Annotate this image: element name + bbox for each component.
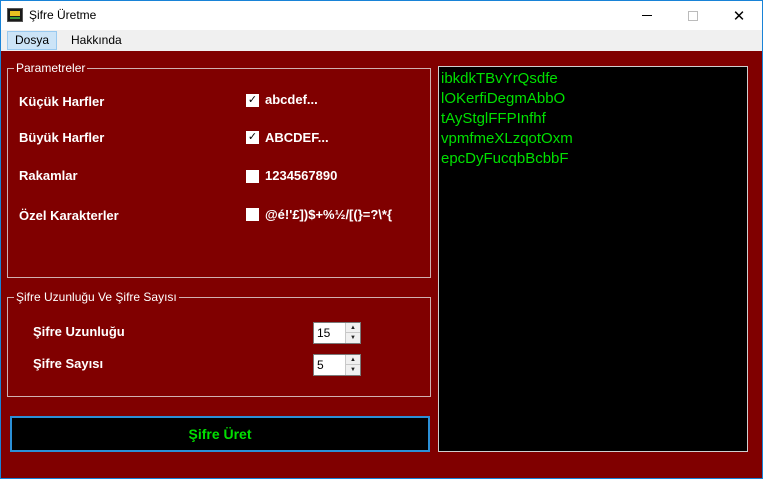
settings-legend: Şifre Uzunluğu Ve Şifre Sayısı [14,290,179,304]
option-sample-digits[interactable]: 1234567890 [265,168,337,183]
length-down-arrow-icon[interactable]: ▼ [346,333,360,343]
menu-hakkinda[interactable]: Hakkında [64,31,129,50]
option-label-lowercase: Küçük Harfler [19,94,105,109]
password-line: vpmfmeXLzqotOxm [441,130,573,147]
app-window: Şifre Üretme ✕ Dosya Hakkında Parametrel… [0,0,763,479]
checkbox-special[interactable] [246,208,259,221]
parameters-legend: Parametreler [14,61,88,75]
check-icon: ✓ [247,94,258,106]
length-stepper[interactable]: 15 ▲ ▼ [313,322,361,344]
checkbox-lowercase[interactable]: ✓ [246,94,259,107]
close-icon: ✕ [732,7,746,25]
generate-button[interactable]: Şifre Üret [10,416,430,452]
option-label-digits: Rakamlar [19,168,78,183]
count-stepper[interactable]: 5 ▲ ▼ [313,354,361,376]
checkbox-uppercase[interactable]: ✓ [246,131,259,144]
count-down-arrow-icon[interactable]: ▼ [346,365,360,375]
password-line: epcDyFucqbBcbbF [441,150,569,167]
check-icon: ✓ [247,131,258,143]
option-sample-special[interactable]: @é!'£])$+%½/[(}=?\*{ [265,207,392,222]
maximize-icon [688,10,698,21]
window-title: Şifre Üretme [29,8,97,22]
menu-dosya[interactable]: Dosya [7,31,58,50]
count-label: Şifre Sayısı [33,356,104,371]
password-output[interactable]: ibkdkTBvYrQsdfe lOKerfiDegmAbbO tAyStglF… [438,66,748,452]
option-sample-lowercase[interactable]: abcdef... [265,92,318,107]
title-bar: Şifre Üretme ✕ [1,1,762,30]
password-line: ibkdkTBvYrQsdfe [441,70,558,87]
app-icon [7,8,23,22]
checkbox-digits[interactable] [246,170,259,183]
count-value[interactable]: 5 [317,358,324,372]
maximize-button[interactable] [670,1,716,30]
password-line: tAyStglFFPInfhf [441,110,546,127]
length-value[interactable]: 15 [317,326,330,340]
password-line: lOKerfiDegmAbbO [441,90,566,107]
count-up-arrow-icon[interactable]: ▲ [346,355,360,365]
option-label-special: Özel Karakterler [19,208,119,223]
length-up-arrow-icon[interactable]: ▲ [346,323,360,333]
settings-group: Şifre Uzunluğu Ve Şifre Sayısı Şifre Uzu… [7,290,431,397]
option-label-uppercase: Büyük Harfler [19,130,105,145]
menu-bar: Dosya Hakkında [1,30,762,51]
minimize-icon [642,15,652,16]
length-label: Şifre Uzunluğu [33,324,125,339]
close-button[interactable]: ✕ [716,1,762,30]
option-sample-uppercase[interactable]: ABCDEF... [265,130,329,145]
minimize-button[interactable] [624,1,670,30]
parameters-group: Parametreler Küçük Harfler ✓ abcdef... B… [7,61,431,278]
